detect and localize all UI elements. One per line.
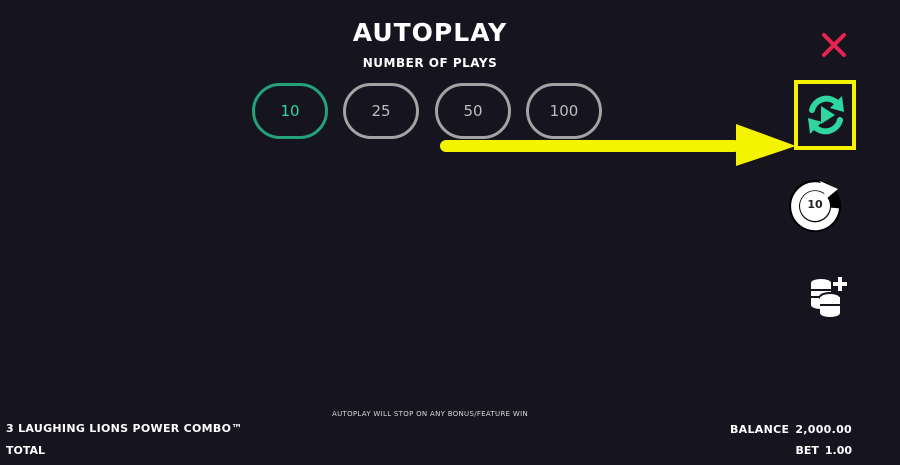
plays-option-25[interactable]: 25: [343, 83, 419, 139]
balance-value: 2,000.00: [795, 423, 852, 436]
balance-label: BALANCE: [729, 423, 790, 436]
autoplay-refresh-icon[interactable]: [800, 86, 852, 144]
balance-display: BALANCE 2,000.00: [730, 423, 852, 436]
total-label: TOTAL: [6, 444, 46, 457]
coin-stack-plus-icon[interactable]: [808, 275, 848, 319]
autoplay-title: AUTOPLAY: [352, 18, 508, 47]
plays-option-10[interactable]: 10: [252, 83, 328, 139]
number-of-plays-label: NUMBER OF PLAYS: [362, 56, 498, 70]
game-name: 3 LAUGHING LIONS POWER COMBO™: [6, 422, 243, 435]
bet-label: BET: [795, 444, 819, 457]
bet-value: 1.00: [824, 444, 852, 457]
bet-display: BET 1.00: [795, 444, 852, 457]
autoplay-count-value: 10: [807, 198, 823, 211]
close-icon[interactable]: [820, 31, 848, 59]
highlight-arrow: [440, 124, 796, 166]
autoplay-stop-notice: AUTOPLAY WILL STOP ON ANY BONUS/FEATURE …: [332, 410, 528, 418]
